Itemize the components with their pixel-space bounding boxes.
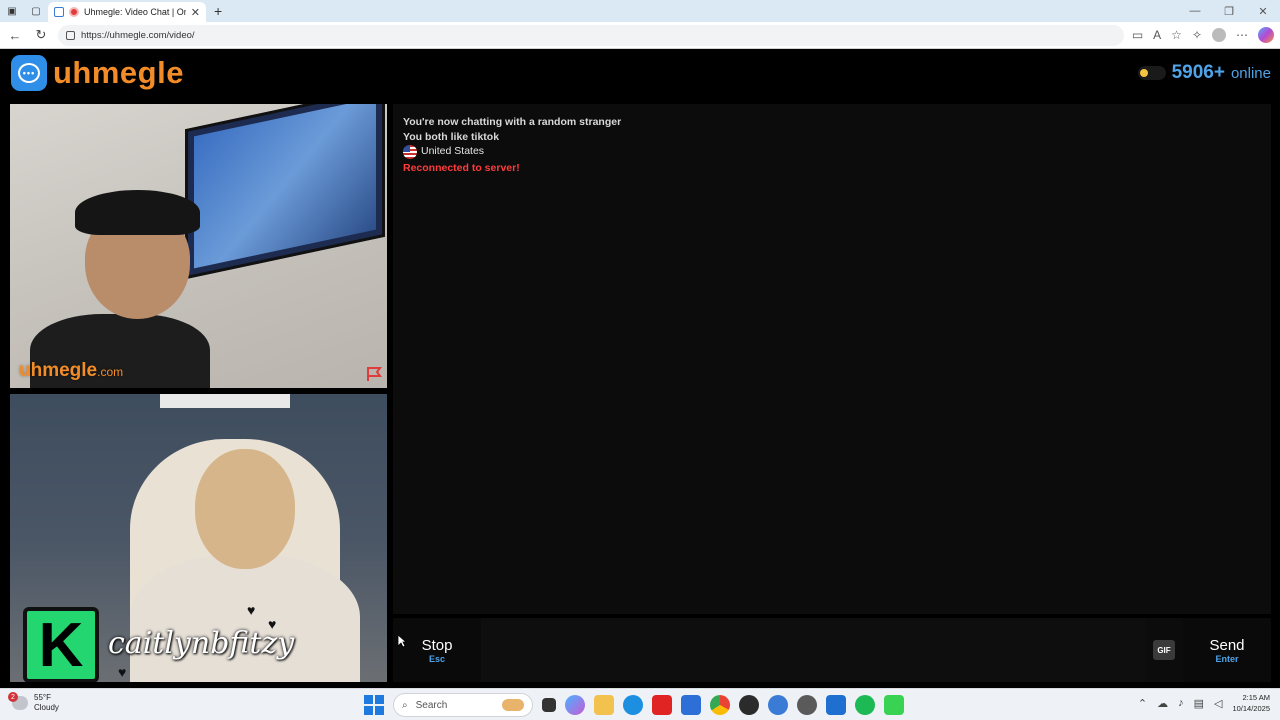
logo-text: uhmegle: [53, 55, 184, 90]
tab-title: Uhmegle: Video Chat | Omegle: [84, 7, 186, 17]
report-flag-icon[interactable]: [365, 366, 383, 382]
kick-logo-badge: K: [23, 607, 99, 682]
favorite-star-icon[interactable]: ☆: [1171, 28, 1182, 42]
start-button-icon[interactable]: [364, 695, 384, 715]
tab-group-icon: [54, 7, 64, 17]
shelf: [160, 394, 290, 408]
site-logo[interactable]: ••• uhmegle: [11, 55, 184, 91]
store-icon[interactable]: [681, 695, 701, 715]
heart-icon: ♥: [247, 602, 256, 618]
gif-button[interactable]: GIF: [1153, 640, 1175, 660]
spotify-icon[interactable]: [855, 695, 875, 715]
youtube-icon[interactable]: [652, 695, 672, 715]
country-name: United States: [421, 145, 485, 157]
message-input[interactable]: [481, 618, 1145, 682]
volume-icon[interactable]: ◁: [1214, 697, 1222, 710]
window-menu-icon[interactable]: ▣: [0, 0, 24, 22]
self-person-body: [130, 554, 360, 682]
us-flag-icon: [403, 144, 417, 159]
weather-condition: Cloudy: [34, 703, 59, 712]
self-person-head: [195, 449, 295, 569]
camera-icon[interactable]: ▭: [1132, 28, 1143, 42]
mouse-cursor-icon: [397, 634, 407, 648]
new-tab-icon[interactable]: +: [214, 3, 222, 19]
clock[interactable]: 2:15 AM 10/14/2025: [1232, 692, 1270, 714]
collections-icon[interactable]: ✧: [1192, 28, 1202, 42]
taskbar: 2 55°F Cloudy ⌕ Search ⌃ ☁ ♪ ▤ ◁ 2:15 AM…: [0, 688, 1280, 720]
tab-actions-icon[interactable]: ▢: [24, 0, 48, 22]
back-icon[interactable]: ←: [6, 28, 24, 43]
chat-bubble-icon: •••: [11, 55, 47, 91]
obs-icon[interactable]: [739, 695, 759, 715]
stop-label: Stop: [421, 636, 453, 654]
send-button[interactable]: Send Enter: [1183, 618, 1271, 682]
chat-input-bar: Stop Esc GIF Send Enter: [393, 618, 1271, 682]
weather-widget[interactable]: 2 55°F Cloudy: [8, 692, 59, 713]
page: ••• uhmegle 5906+ online uhmegle.com ♥ ♥…: [3, 49, 1277, 685]
send-label: Send: [1209, 636, 1245, 654]
video-watermark: uhmegle.com: [19, 360, 123, 382]
close-tab-icon[interactable]: ✕: [191, 6, 200, 19]
stranger-video: uhmegle.com: [10, 104, 387, 388]
watermark-brand: uhmegle: [19, 360, 98, 381]
chevron-up-icon[interactable]: ⌃: [1138, 697, 1147, 710]
stranger-country: United States: [403, 144, 1261, 159]
time: 2:15 AM: [1242, 693, 1270, 702]
cloud-icon: 2: [8, 692, 28, 710]
task-view-icon[interactable]: [542, 698, 556, 712]
file-explorer-icon[interactable]: [594, 695, 614, 715]
copilot-app-icon[interactable]: [565, 695, 585, 715]
taskbar-search[interactable]: ⌕ Search: [393, 693, 533, 717]
profile-avatar[interactable]: [1212, 28, 1226, 42]
minimize-icon[interactable]: —: [1178, 5, 1212, 18]
url-text: https://uhmegle.com/video/: [81, 29, 195, 41]
app-icon[interactable]: [797, 695, 817, 715]
heart-icon: ♥: [118, 664, 127, 680]
browser-tab[interactable]: Uhmegle: Video Chat | Omegle ✕: [48, 2, 206, 22]
lock-icon: [66, 30, 75, 40]
recording-favicon-icon: [69, 7, 79, 17]
search-label: Search: [415, 699, 448, 711]
close-window-icon[interactable]: ✕: [1246, 5, 1280, 18]
streamer-handle: caitlynbfitzy: [108, 626, 295, 661]
network-icon[interactable]: ▤: [1194, 697, 1204, 710]
online-count: 5906+: [1171, 62, 1225, 83]
app-icon[interactable]: [768, 695, 788, 715]
edge-browser-icon[interactable]: [623, 695, 643, 715]
microphone-icon[interactable]: ♪: [1178, 697, 1184, 709]
cloud-sync-icon[interactable]: ☁: [1157, 697, 1168, 710]
read-aloud-icon[interactable]: A: [1153, 28, 1161, 42]
chrome-icon[interactable]: [710, 695, 730, 715]
date: 10/14/2025: [1232, 704, 1270, 713]
url-field[interactable]: https://uhmegle.com/video/: [58, 24, 1124, 46]
address-bar: ← ↻ https://uhmegle.com/video/ ▭ A ☆ ✧ ⋯: [0, 22, 1280, 49]
maximize-icon[interactable]: ❐: [1212, 5, 1246, 18]
system-message: You're now chatting with a random strang…: [403, 116, 622, 128]
online-label: online: [1230, 64, 1271, 82]
tv-in-background: [185, 104, 385, 280]
more-menu-icon[interactable]: ⋯: [1236, 28, 1248, 42]
theme-toggle[interactable]: [1137, 66, 1166, 80]
temperature: 55°F: [34, 693, 51, 702]
reconnected-status: Reconnected to server!: [403, 162, 520, 174]
search-icon: ⌕: [402, 699, 408, 711]
notification-badge: 2: [8, 692, 18, 702]
stop-shortcut: Esc: [428, 653, 445, 664]
online-indicator: 5906+ online: [1137, 62, 1271, 84]
game-app-icon[interactable]: [884, 695, 904, 715]
send-shortcut: Enter: [1215, 653, 1239, 664]
security-icon[interactable]: [826, 695, 846, 715]
browser-tabbar: ▣ ▢ Uhmegle: Video Chat | Omegle ✕ + — ❐…: [0, 0, 1280, 22]
copilot-icon[interactable]: [1258, 27, 1274, 43]
stranger-person: [30, 184, 210, 388]
search-highlight-icon: [502, 699, 524, 711]
watermark-suffix: .com: [97, 365, 124, 379]
self-video: ♥ ♥ ♥ K caitlynbfitzy: [10, 394, 387, 682]
system-message: You both like tiktok: [403, 130, 500, 143]
refresh-icon[interactable]: ↻: [32, 27, 50, 43]
stop-button[interactable]: Stop Esc: [393, 618, 481, 682]
chat-log: You're now chatting with a random strang…: [393, 104, 1271, 614]
